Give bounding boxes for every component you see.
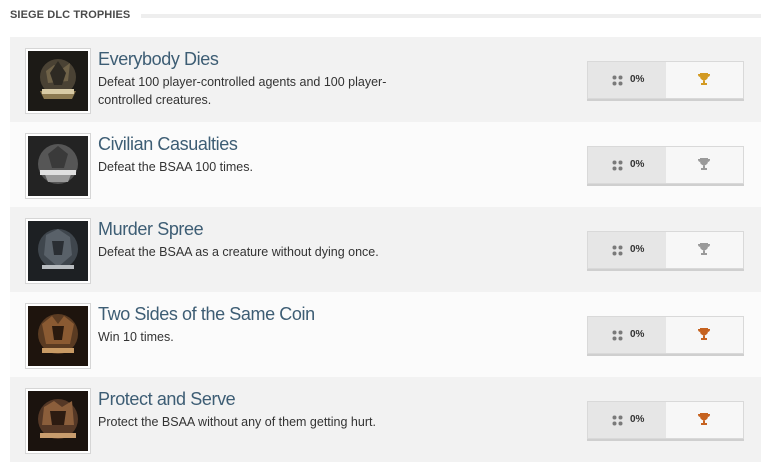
trophy-list: Everybody Dies Defeat 100 player-control… [10, 37, 761, 462]
trophy-row[interactable]: Murder Spree Defeat the BSAA as a creatu… [10, 207, 761, 292]
completion-stat: 0% [588, 232, 666, 268]
grid-dots-icon [612, 245, 623, 256]
trophy-description: Defeat the BSAA as a creature without dy… [98, 245, 379, 259]
trophy-row[interactable]: Two Sides of the Same Coin Win 10 times.… [10, 292, 761, 377]
trophy-stat-box: 0% [587, 401, 744, 439]
trophy-row[interactable]: Protect and Serve Protect the BSAA witho… [10, 377, 761, 462]
trophy-image[interactable] [25, 388, 91, 454]
trophy-grade [666, 317, 743, 353]
trophy-image[interactable] [25, 303, 91, 369]
trophy-stat-box: 0% [587, 231, 744, 269]
trophy-icon [698, 413, 710, 425]
trophy-grade [666, 147, 743, 183]
completion-percent: 0% [630, 159, 645, 170]
grid-dots-icon [612, 330, 623, 341]
section-header: SIEGE DLC TROPHIES [0, 0, 774, 33]
completion-percent: 0% [630, 329, 645, 340]
trophy-row[interactable]: Civilian Casualties Defeat the BSAA 100 … [10, 122, 761, 207]
trophy-title[interactable]: Civilian Casualties [98, 134, 238, 155]
completion-percent: 0% [630, 244, 645, 255]
trophy-title[interactable]: Murder Spree [98, 219, 204, 240]
completion-percent: 0% [630, 414, 645, 425]
trophy-title[interactable]: Everybody Dies [98, 49, 219, 70]
trophy-stat-box: 0% [587, 316, 744, 354]
grid-dots-icon [612, 415, 623, 426]
trophy-image[interactable] [25, 133, 91, 199]
completion-stat: 0% [588, 147, 666, 183]
completion-stat: 0% [588, 402, 666, 438]
trophy-image[interactable] [25, 218, 91, 284]
grid-dots-icon [612, 75, 623, 86]
trophy-icon [698, 73, 710, 85]
completion-stat: 0% [588, 317, 666, 353]
trophy-grade [666, 232, 743, 268]
grid-dots-icon [612, 160, 623, 171]
trophy-description: Defeat 100 player-controlled agents and … [98, 75, 387, 107]
trophy-description: Win 10 times. [98, 330, 174, 344]
trophy-icon [698, 158, 710, 170]
trophy-stat-box: 0% [587, 61, 744, 99]
trophy-icon [698, 328, 710, 340]
trophy-row[interactable]: Everybody Dies Defeat 100 player-control… [10, 37, 761, 122]
section-title: SIEGE DLC TROPHIES [10, 9, 131, 21]
completion-stat: 0% [588, 62, 666, 98]
trophy-icon [698, 243, 710, 255]
trophy-title[interactable]: Two Sides of the Same Coin [98, 304, 315, 325]
trophy-description: Protect the BSAA without any of them get… [98, 415, 376, 429]
trophy-image[interactable] [25, 48, 91, 114]
trophy-grade [666, 402, 743, 438]
trophy-description: Defeat the BSAA 100 times. [98, 160, 253, 174]
completion-percent: 0% [630, 74, 645, 85]
trophy-title[interactable]: Protect and Serve [98, 389, 236, 410]
trophy-stat-box: 0% [587, 146, 744, 184]
trophy-grade [666, 62, 743, 98]
section-divider [141, 14, 761, 18]
